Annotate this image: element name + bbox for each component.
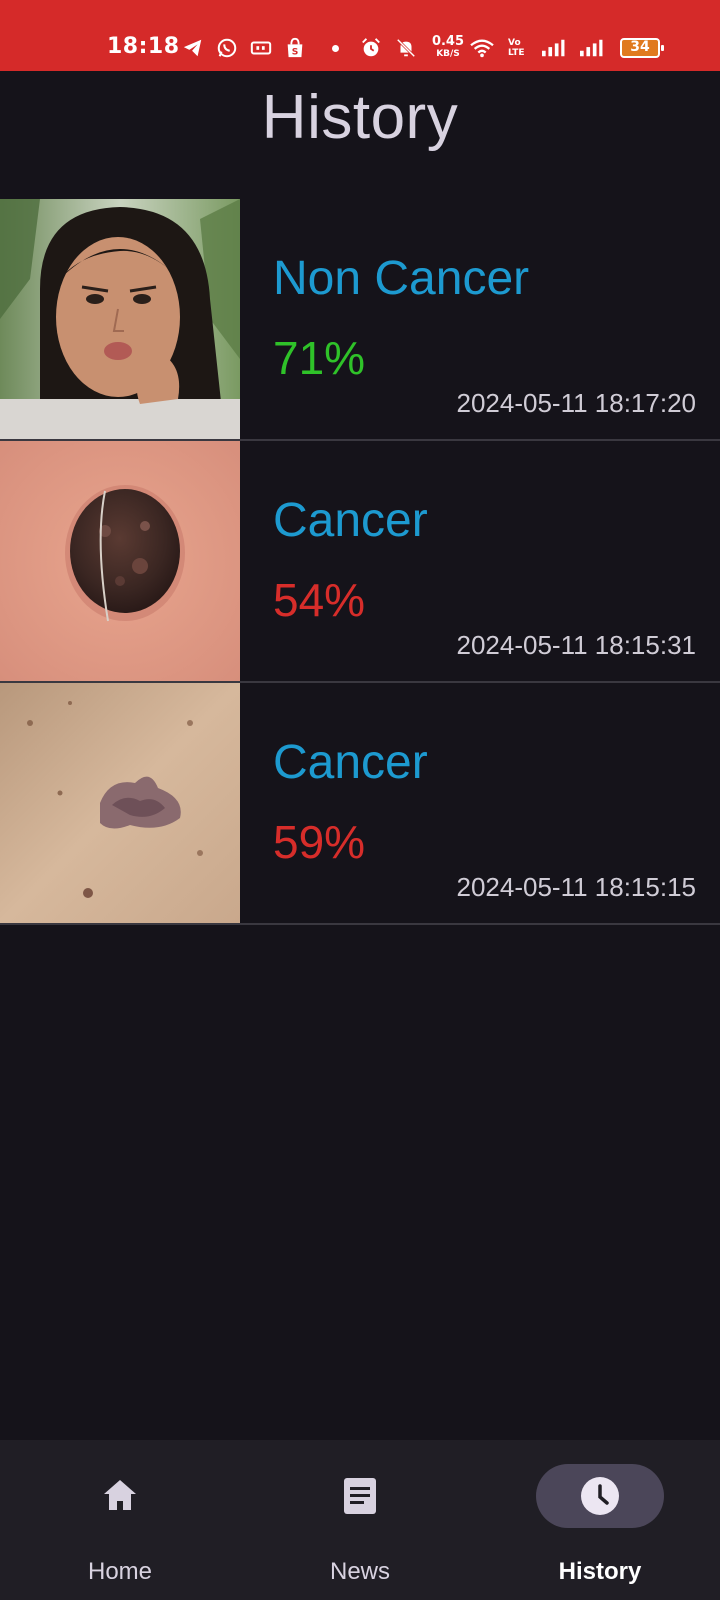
timestamp: 2024-05-11 18:15:31 — [456, 630, 697, 660]
timestamp: 2024-05-11 18:17:20 — [456, 388, 697, 418]
nav-item-news[interactable]: News — [240, 1440, 480, 1600]
confidence-percent: 59% — [273, 816, 366, 868]
status-time: 18:18 — [107, 34, 180, 59]
wifi-icon — [470, 39, 494, 58]
volte-label: Vo LTE — [508, 38, 525, 58]
result-label: Cancer — [273, 494, 428, 547]
shop-icon: S — [287, 37, 303, 57]
nav-item-history[interactable]: History — [480, 1440, 720, 1600]
confidence-percent: 71% — [273, 332, 366, 384]
dot-icon — [332, 45, 339, 52]
whatsapp-icon — [217, 38, 237, 58]
result-label: Cancer — [273, 736, 428, 789]
net-speed: 0.45 KB/S — [431, 34, 465, 60]
clock-icon — [581, 1477, 619, 1515]
result-label: Non Cancer — [273, 252, 530, 305]
confidence-percent: 54% — [273, 574, 366, 626]
nav-label-news: News — [329, 1558, 390, 1585]
skin-lesion-photo — [0, 683, 240, 923]
page-title: History — [261, 83, 459, 152]
history-thumbnail — [0, 441, 240, 681]
battery-level: 34 — [630, 39, 650, 55]
skin-lesion-photo — [0, 441, 240, 681]
nav-item-home[interactable]: Home — [0, 1440, 240, 1600]
history-item[interactable]: Cancer 54% 2024-05-11 18:15:31 — [0, 441, 720, 683]
mute-icon — [396, 38, 416, 58]
signal-icon — [542, 39, 565, 57]
cast-icon — [250, 41, 272, 55]
telegram-icon — [183, 39, 202, 57]
news-icon — [344, 1478, 376, 1514]
status-bar: 18:18 S 0.45 KB/S Vo LTE 34 — [0, 0, 720, 71]
nav-label-home: Home — [87, 1558, 153, 1585]
selfie-photo — [0, 199, 240, 439]
history-item[interactable]: Non Cancer 71% 2024-05-11 18:17:20 — [0, 199, 720, 441]
signal-icon — [580, 39, 603, 57]
history-thumbnail — [0, 683, 240, 923]
svg-text:S: S — [292, 46, 299, 57]
bottom-nav: Home News History — [0, 1440, 720, 1600]
alarm-icon — [362, 38, 380, 57]
history-item[interactable]: Cancer 59% 2024-05-11 18:15:15 — [0, 683, 720, 925]
battery-icon: 34 — [620, 38, 664, 58]
nav-label-history: History — [558, 1558, 642, 1585]
net-speed-unit: KB/S — [436, 49, 460, 59]
net-speed-value: 0.45 — [431, 34, 465, 49]
history-list: Non Cancer 71% 2024-05-11 18:17:20 Cance… — [0, 199, 720, 925]
history-thumbnail — [0, 199, 240, 439]
app-root: 18:18 S 0.45 KB/S Vo LTE 34 History Non … — [0, 0, 720, 1600]
timestamp: 2024-05-11 18:15:15 — [456, 872, 697, 902]
home-icon — [104, 1480, 136, 1510]
